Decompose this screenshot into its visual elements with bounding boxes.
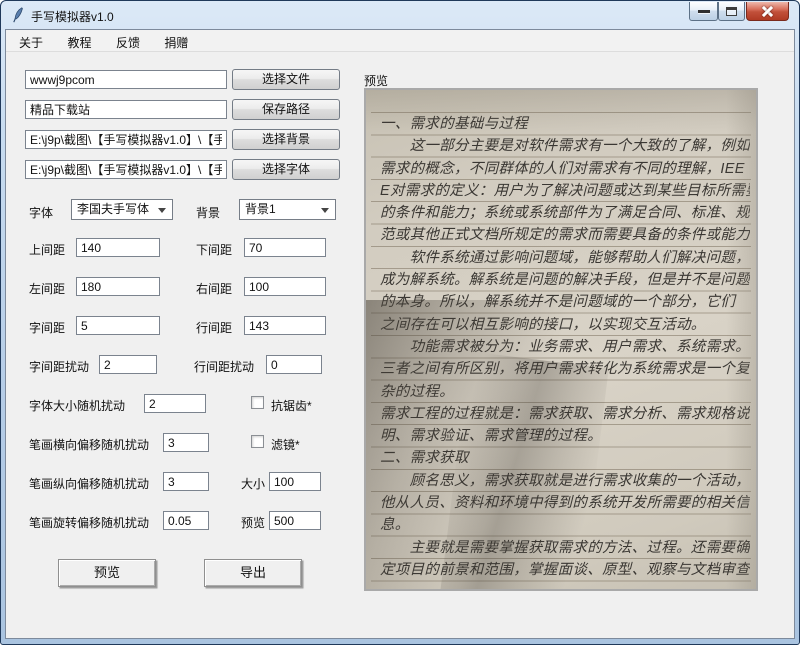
preview-panel-label: 预览	[364, 74, 389, 88]
bottom-margin-input[interactable]	[244, 238, 326, 257]
handwriting-line: 需求的概念，不同群体的人们对需求有不同的理解，IEE	[380, 160, 745, 177]
line-spacing-jitter-label: 行间距扰动	[194, 360, 255, 374]
handwriting-line: 软件系统通过影响问题域，能够帮助人们解决问题，	[380, 249, 750, 266]
export-button[interactable]: 导出	[204, 559, 302, 587]
font-select-value: 李国夫手写体	[77, 202, 150, 216]
antialias-checkbox[interactable]	[251, 396, 264, 409]
handwriting-line: 的条件和能力；系统或系统部件为了满足合同、标准、规	[380, 205, 750, 222]
char-spacing-input[interactable]	[76, 316, 160, 335]
menu-item-feedback[interactable]: 反馈	[106, 30, 150, 52]
handwriting-line: E对需求的定义：用户为了解决问题或达到某些目标所需要	[380, 182, 750, 199]
chevron-down-icon	[158, 208, 166, 213]
save-name-input[interactable]	[25, 100, 227, 119]
bottom-margin-label: 下间距	[196, 243, 233, 257]
preview-photo: 一、需求的基础与过程 这一部分主要是对软件需求有一个大致的了解，例如 需求的概念…	[366, 90, 756, 589]
preview-size-input[interactable]	[269, 511, 321, 530]
menu-item-donate[interactable]: 捐赠	[154, 30, 198, 52]
top-margin-input[interactable]	[76, 238, 160, 257]
filter-checkbox[interactable]	[251, 435, 264, 448]
app-window: 手写模拟器v1.0 关于 教程 反馈 捐赠 选择文件 保存路径 选择背景 选择字…	[0, 0, 800, 645]
left-margin-label: 左间距	[29, 282, 66, 296]
select-background-button[interactable]: 选择背景	[232, 129, 340, 150]
stroke-rotation-jitter-label: 笔画旋转偏移随机扰动	[29, 516, 150, 530]
preview-panel: 一、需求的基础与过程 这一部分主要是对软件需求有一个大致的了解，例如 需求的概念…	[364, 88, 758, 591]
feather-app-icon	[10, 7, 26, 23]
background-select[interactable]: 背景1	[239, 199, 336, 220]
stroke-vertical-jitter-label: 笔画纵向偏移随机扰动	[29, 477, 150, 491]
stroke-vertical-jitter-input[interactable]	[163, 472, 209, 491]
select-font-button[interactable]: 选择字体	[232, 159, 340, 180]
char-spacing-jitter-label: 字间距扰动	[29, 360, 90, 374]
menu-item-about[interactable]: 关于	[9, 30, 53, 52]
right-margin-label: 右间距	[196, 282, 233, 296]
size-label: 大小	[241, 477, 266, 491]
font-select[interactable]: 李国夫手写体	[71, 199, 173, 220]
handwriting-line: 这一部分主要是对软件需求有一个大致的了解，例如	[380, 138, 750, 155]
stroke-horizontal-jitter-input[interactable]	[163, 433, 209, 452]
line-spacing-label: 行间距	[196, 321, 233, 335]
photo-paper-edge	[726, 90, 756, 589]
left-margin-input[interactable]	[76, 277, 160, 296]
line-spacing-input[interactable]	[244, 316, 326, 335]
close-button[interactable]	[746, 2, 789, 21]
stroke-rotation-jitter-input[interactable]	[163, 511, 209, 530]
select-file-button[interactable]: 选择文件	[232, 69, 340, 90]
preview-size-label: 预览	[241, 516, 266, 530]
source-text-input[interactable]	[25, 70, 227, 89]
background-select-value: 背景1	[245, 202, 276, 216]
save-path-button[interactable]: 保存路径	[232, 99, 340, 120]
background-path-input[interactable]	[25, 130, 227, 149]
antialias-checkbox-label: 抗锯齿*	[271, 399, 312, 413]
size-input[interactable]	[269, 472, 321, 491]
font-size-jitter-label: 字体大小随机扰动	[29, 399, 126, 413]
background-label: 背景	[196, 206, 221, 220]
char-spacing-jitter-input[interactable]	[99, 355, 157, 374]
right-margin-input[interactable]	[244, 277, 326, 296]
photo-shadow-top	[366, 90, 756, 132]
photo-shadow-corner	[366, 299, 632, 589]
maximize-icon	[726, 6, 737, 16]
title-bar[interactable]: 手写模拟器v1.0	[1, 1, 799, 29]
handwriting-line: 范或其他正式文档所规定的需求而需要具备的条件或能力。	[380, 227, 750, 244]
window-title: 手写模拟器v1.0	[31, 10, 114, 24]
menu-bar: 关于 教程 反馈 捐赠	[6, 30, 794, 52]
line-spacing-jitter-input[interactable]	[266, 355, 322, 374]
char-spacing-label: 字间距	[29, 321, 66, 335]
client-area: 关于 教程 反馈 捐赠 选择文件 保存路径 选择背景 选择字体 字体 李国夫手写…	[5, 29, 795, 639]
minimize-button[interactable]	[689, 2, 718, 21]
font-path-input[interactable]	[25, 160, 227, 179]
chevron-down-icon	[321, 208, 329, 213]
font-label: 字体	[29, 206, 54, 220]
handwriting-line: 成为解系统。解系统是问题的解决手段，但是并不是问题	[380, 272, 750, 289]
top-margin-label: 上间距	[29, 243, 66, 257]
menu-item-tutorial[interactable]: 教程	[57, 30, 101, 52]
filter-checkbox-label: 滤镜*	[271, 438, 300, 452]
minimize-icon	[697, 9, 710, 13]
maximize-button[interactable]	[718, 2, 745, 21]
stroke-horizontal-jitter-label: 笔画横向偏移随机扰动	[29, 438, 150, 452]
preview-button[interactable]: 预览	[58, 559, 156, 587]
font-size-jitter-input[interactable]	[144, 394, 206, 413]
close-icon	[761, 5, 774, 18]
